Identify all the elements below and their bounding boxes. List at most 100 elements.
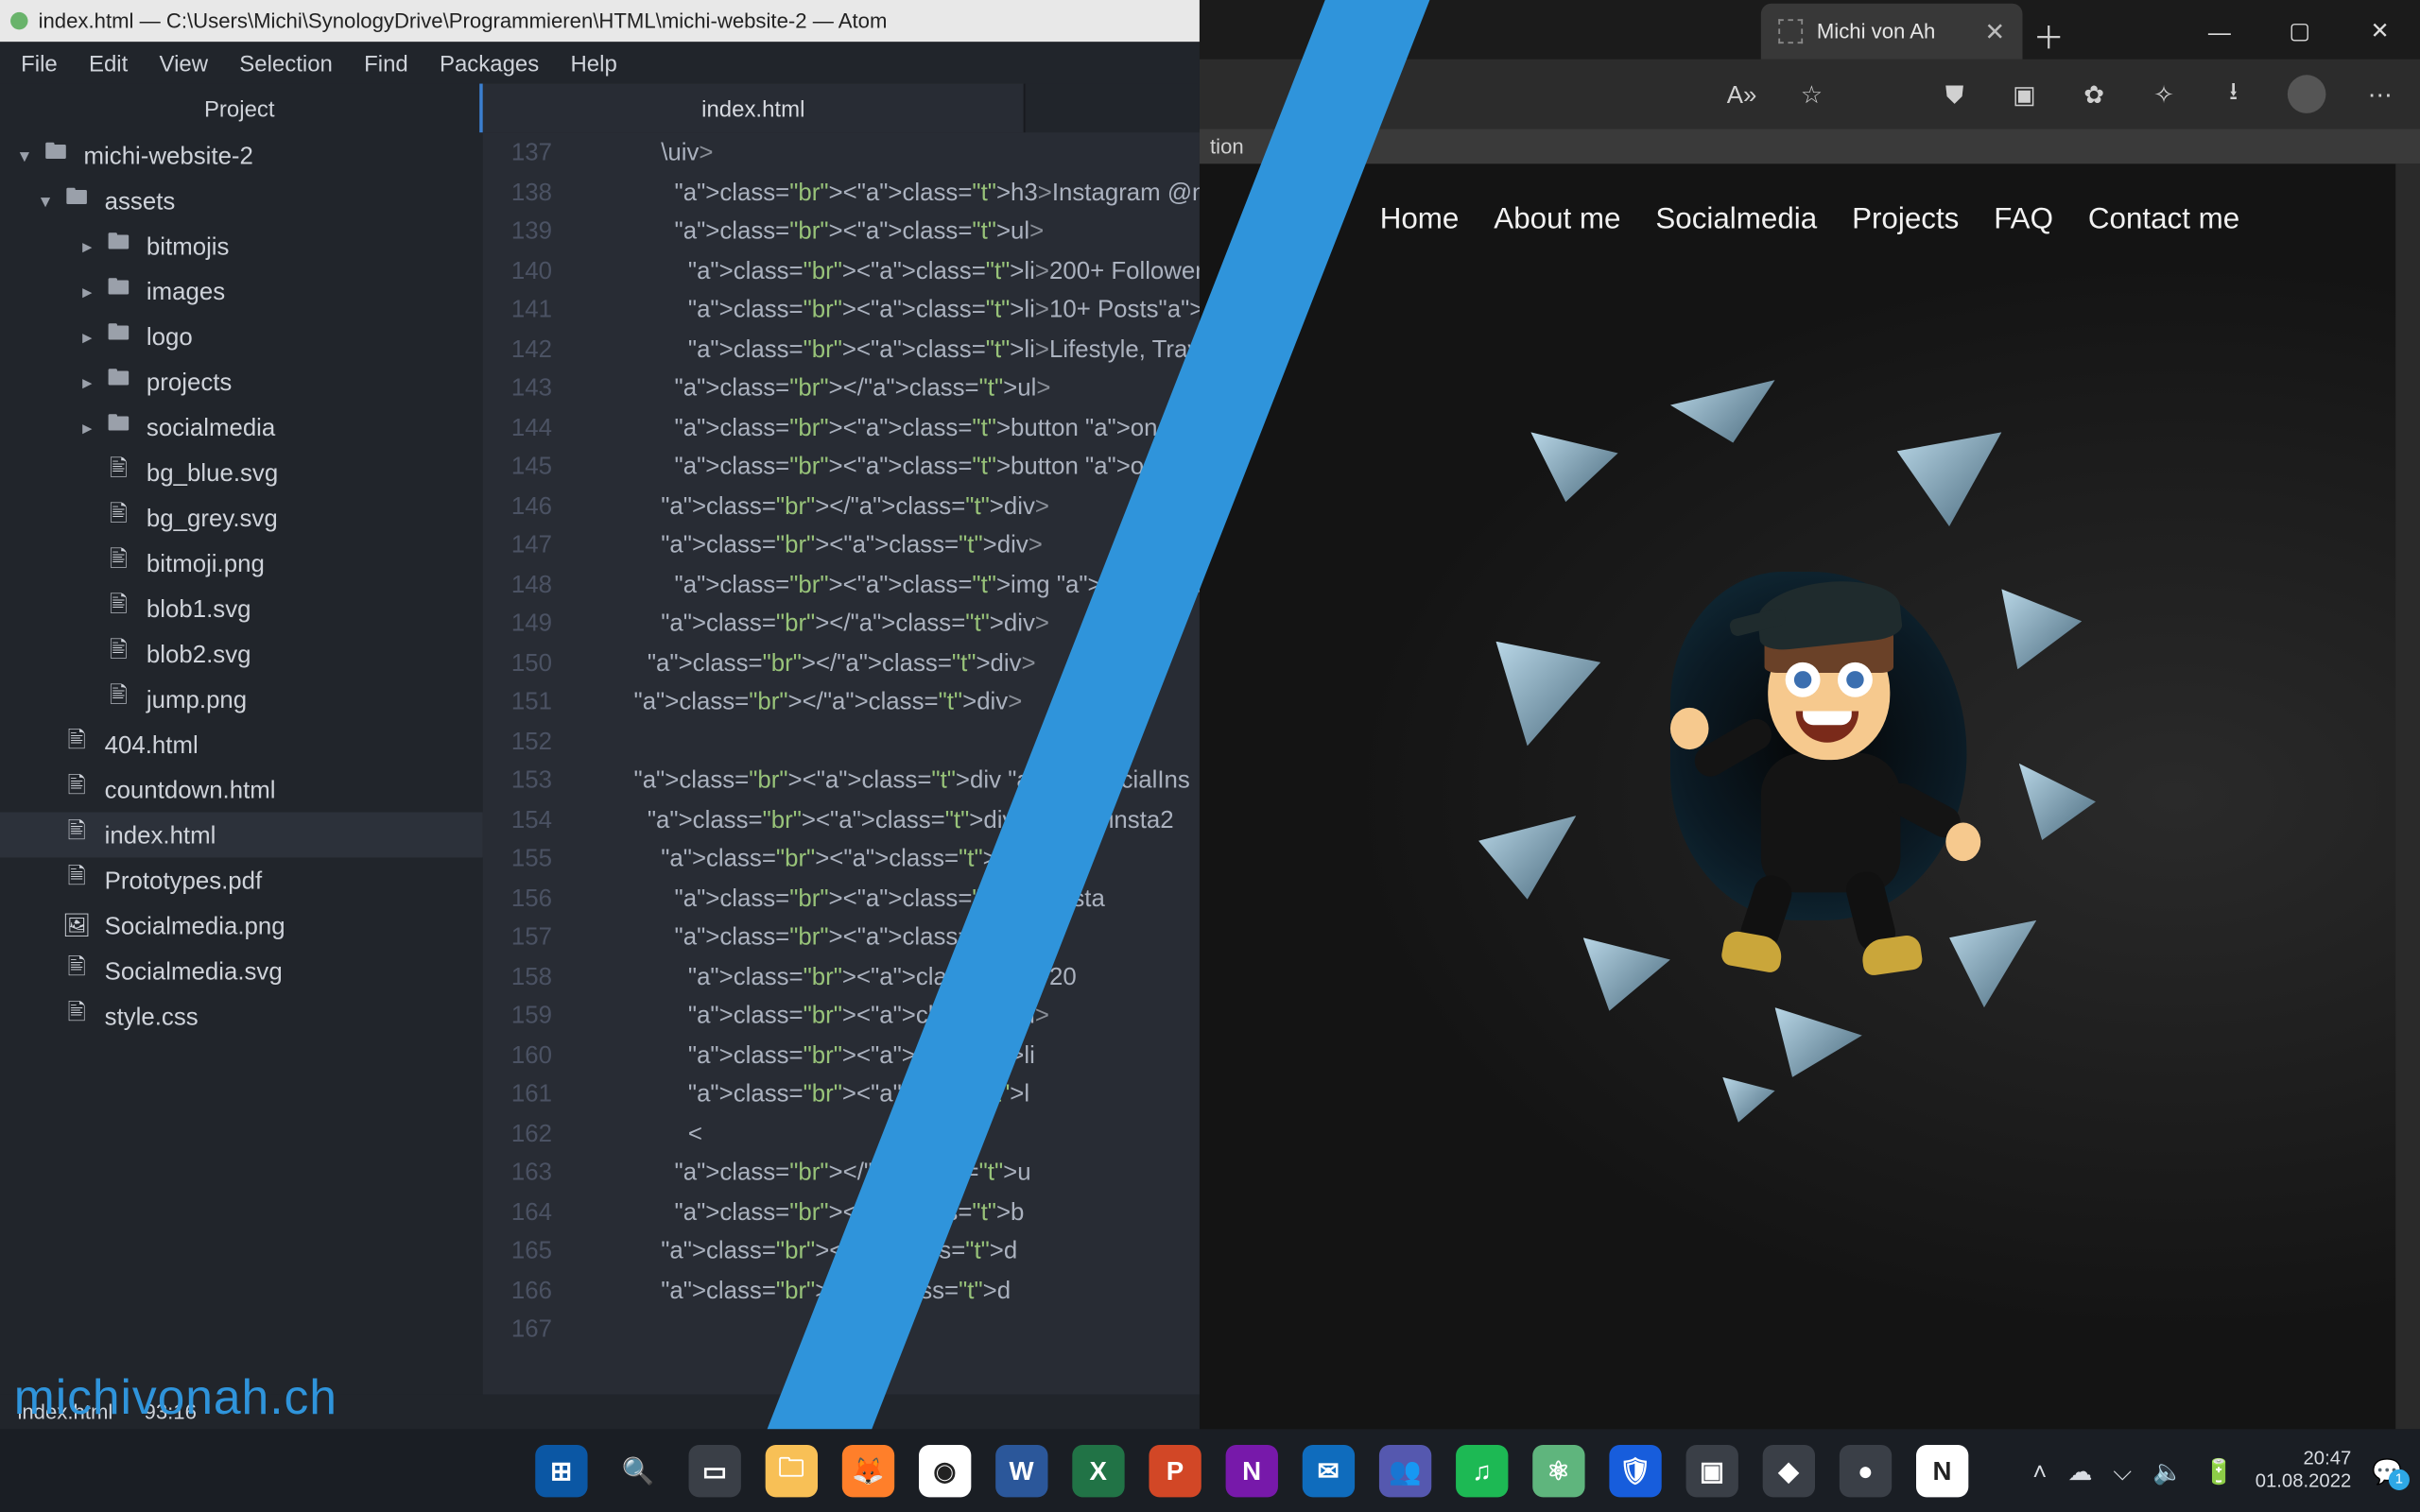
battery-icon[interactable]: 🔋 (2204, 1456, 2234, 1486)
favorite-icon[interactable]: ☆ (1796, 78, 1827, 110)
file-icon: 🖹 (62, 730, 91, 759)
taskbar-app-a-icon[interactable]: ▣ (1685, 1445, 1737, 1497)
taskbar-bitwarden-icon[interactable]: 🛡 (1609, 1445, 1661, 1497)
taskbar-firefox-icon[interactable]: 🦊 (842, 1445, 894, 1497)
close-tab-icon[interactable]: ✕ (1984, 17, 2005, 46)
tree-folder[interactable]: ▸🖿socialmedia (0, 404, 482, 450)
taskbar-notion-icon[interactable]: N (1916, 1445, 1968, 1497)
tree-folder-assets[interactable]: ▾ 🖿 assets (0, 178, 482, 223)
folder-icon: 🖿 (105, 413, 133, 441)
page-viewport[interactable]: Home About me Socialmedia Projects FAQ C… (1200, 163, 2420, 1429)
tree-file[interactable]: 🖹countdown.html (0, 767, 482, 813)
taskbar-excel-icon[interactable]: X (1072, 1445, 1124, 1497)
extensions-icon[interactable]: ✿ (2079, 78, 2110, 110)
translate-icon[interactable]: ▣ (2009, 78, 2040, 110)
taskbar-onenote-icon[interactable]: N (1225, 1445, 1277, 1497)
taskbar-teams-icon[interactable]: 👥 (1379, 1445, 1431, 1497)
atom-app-icon (10, 12, 27, 29)
browser-tab[interactable]: Michi von Ah ✕ (1761, 4, 2023, 60)
window-maximize-button[interactable]: ▢ (2259, 4, 2340, 60)
menu-packages[interactable]: Packages (440, 50, 539, 77)
taskbar-search-icon[interactable]: 🔍 (612, 1445, 664, 1497)
menu-help[interactable]: Help (570, 50, 616, 77)
taskbar-outlook-icon[interactable]: ✉ (1303, 1445, 1355, 1497)
wifi-icon[interactable]: ⌵ (2113, 1456, 2132, 1486)
ublock-icon[interactable]: ⛊ (1939, 78, 1970, 110)
taskbar-explorer-icon[interactable]: 🗀 (766, 1445, 818, 1497)
chevron-down-icon: ▾ (14, 144, 35, 166)
tree-folder[interactable]: ▸🖿logo (0, 314, 482, 359)
folder-icon: 🖿 (105, 277, 133, 305)
taskbar-app-c-icon[interactable]: ● (1840, 1445, 1892, 1497)
tree-folder[interactable]: ▸🖿projects (0, 359, 482, 404)
tree-file[interactable]: 🖹jump.png (0, 677, 482, 722)
taskbar-app-b-icon[interactable]: ◆ (1763, 1445, 1815, 1497)
nav-faq[interactable]: FAQ (1994, 202, 2053, 237)
edge-toolbar: A» ☆ ⛊ ▣ ✿ ✧ ⭳ ⋯ (1200, 60, 2420, 129)
cloud-icon[interactable]: ☁ (2067, 1456, 2092, 1486)
window-close-button[interactable]: ✕ (2340, 4, 2420, 60)
site-nav: Home About me Socialmedia Projects FAQ C… (1200, 163, 2420, 275)
chevron-down-icon: ▾ (35, 189, 56, 212)
nav-home[interactable]: Home (1380, 202, 1460, 237)
vertical-scrollbar[interactable] (2395, 163, 2420, 1429)
tree-file[interactable]: 🖹404.html (0, 722, 482, 767)
nav-socialmedia[interactable]: Socialmedia (1655, 202, 1817, 237)
file-icon: 🖹 (62, 957, 91, 986)
downloads-icon[interactable]: ⭳ (2218, 78, 2249, 110)
notifications-icon[interactable]: 💬 (2372, 1456, 2402, 1486)
pdf-icon: 🗎 (62, 867, 91, 895)
windows-taskbar: ⊞🔍▭🗀🦊◉WXPN✉👥♫⚛🛡▣◆●N ˄ ☁ ⌵ 🔈 🔋 20:47 01.0… (0, 1429, 2420, 1512)
tree-file-selected[interactable]: 🖹index.html (0, 812, 482, 857)
taskbar-task-view-icon[interactable]: ▭ (688, 1445, 740, 1497)
collections-icon[interactable]: ✧ (2148, 78, 2179, 110)
line-gutter: 1371381391401411421431441451461471481491… (482, 132, 566, 1394)
menu-file[interactable]: File (21, 50, 58, 77)
taskbar-chrome-icon[interactable]: ◉ (919, 1445, 971, 1497)
tree-file[interactable]: 🖹bg_blue.svg (0, 450, 482, 495)
menu-find[interactable]: Find (364, 50, 408, 77)
tree-file[interactable]: 🖹bg_grey.svg (0, 495, 482, 541)
chevron-right-icon: ▸ (77, 416, 97, 438)
taskbar-atom-icon[interactable]: ⚛ (1532, 1445, 1584, 1497)
chevron-right-icon: ▸ (77, 325, 97, 348)
window-minimize-button[interactable]: — (2180, 4, 2260, 60)
tree-file[interactable]: 🖼Socialmedia.png (0, 902, 482, 948)
tree-file[interactable]: 🖹blob2.svg (0, 631, 482, 677)
menu-edit[interactable]: Edit (89, 50, 128, 77)
folder-icon: 🖿 (105, 322, 133, 351)
menu-view[interactable]: View (160, 50, 209, 77)
new-tab-button[interactable]: ＋ (2023, 14, 2075, 60)
profile-avatar-icon[interactable] (2288, 75, 2326, 113)
chevron-up-icon[interactable]: ˄ (2032, 1457, 2047, 1486)
file-icon: 🖹 (62, 821, 91, 850)
tree-folder[interactable]: ▸🖿images (0, 268, 482, 314)
page-info-bar: tion (1200, 129, 2420, 163)
project-panel-title: Project (0, 84, 482, 133)
taskbar-word-icon[interactable]: W (995, 1445, 1047, 1497)
volume-icon[interactable]: 🔈 (2152, 1456, 2183, 1486)
system-tray: ˄ ☁ ⌵ 🔈 🔋 20:47 01.08.2022 💬 (2032, 1449, 2420, 1494)
more-icon[interactable]: ⋯ (2364, 78, 2395, 110)
tree-folder[interactable]: ▸🖿bitmojis (0, 223, 482, 268)
edge-window: Michi von Ah ✕ ＋ — ▢ ✕ A» ☆ ⛊ ▣ ✿ ✧ ⭳ ⋯ … (1200, 0, 2420, 1429)
taskbar-spotify-icon[interactable]: ♫ (1456, 1445, 1508, 1497)
favicon-icon (1778, 19, 1803, 43)
tree-file[interactable]: 🖹Socialmedia.svg (0, 948, 482, 993)
editor-tab-index[interactable]: index.html (482, 84, 1026, 133)
read-aloud-icon[interactable]: A» (1726, 78, 1757, 110)
nav-projects[interactable]: Projects (1852, 202, 1959, 237)
browser-tab-title: Michi von Ah (1817, 19, 1936, 43)
nav-contact[interactable]: Contact me (2088, 202, 2239, 237)
taskbar-start-icon[interactable]: ⊞ (535, 1445, 587, 1497)
tree-file[interactable]: 🖹blob1.svg (0, 586, 482, 631)
file-icon: 🖹 (105, 685, 133, 713)
tree-file[interactable]: 🖹bitmoji.png (0, 541, 482, 586)
taskbar-clock[interactable]: 20:47 01.08.2022 (2256, 1449, 2352, 1494)
nav-about[interactable]: About me (1494, 202, 1620, 237)
tree-file[interactable]: 🗎Prototypes.pdf (0, 857, 482, 902)
taskbar-powerpoint-icon[interactable]: P (1149, 1445, 1201, 1497)
menu-selection[interactable]: Selection (239, 50, 333, 77)
tree-file[interactable]: 🖹style.css (0, 993, 482, 1039)
tree-root[interactable]: ▾ 🖿 michi-website-2 (0, 132, 482, 178)
